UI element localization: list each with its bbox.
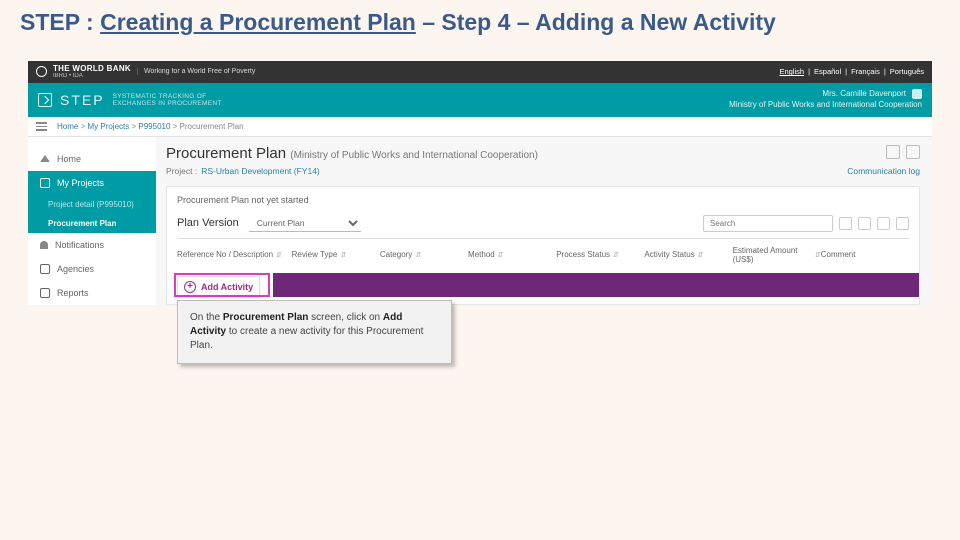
add-activity-button[interactable]: + Add Activity [177, 276, 260, 298]
sidebar-notifications-label: Notifications [55, 240, 104, 250]
page-title-text: Procurement Plan [166, 145, 286, 162]
step-tagline-2: EXCHANGES IN PROCUREMENT [113, 100, 222, 107]
search-input[interactable] [703, 215, 833, 232]
col-process-status[interactable]: Process Status⇵ [556, 247, 644, 265]
home-icon [40, 155, 50, 162]
sidebar-item-agencies[interactable]: Agencies [28, 257, 156, 281]
user-info: Mrs. Camille Davenport Ministry of Publi… [729, 89, 922, 110]
breadcrumb-current: Procurement Plan [180, 122, 244, 131]
worldbank-logo-icon [36, 66, 47, 77]
language-switcher: English| Español| Français| Português [779, 67, 924, 76]
worldbank-tagline: Working for a World Free of Poverty [137, 68, 255, 75]
slide-title-suffix: Adding a New Activity [535, 9, 776, 35]
user-name: Mrs. Camille Davenport [822, 89, 906, 98]
project-label: Project : [166, 166, 197, 176]
breadcrumb-project-id[interactable]: P995010 [138, 122, 170, 131]
export-pdf-icon[interactable] [886, 145, 900, 159]
col-estimated-amount[interactable]: Estimated Amount (US$)⇵ [733, 247, 821, 265]
col-review-type[interactable]: Review Type⇵ [292, 247, 380, 265]
worldbank-topbar: THE WORLD BANK IBRD • IDA Working for a … [28, 61, 932, 83]
step-tagline-1: SYSTEMATIC TRACKING OF [113, 93, 222, 100]
breadcrumb-my-projects[interactable]: My Projects [87, 122, 129, 131]
slide-title-prefix: STEP : [20, 9, 100, 35]
zoom-in-icon[interactable] [858, 217, 871, 230]
lang-portugues[interactable]: Português [890, 67, 924, 76]
sidebar-my-projects-label: My Projects [57, 178, 104, 188]
sidebar-sub-procurement-plan[interactable]: Procurement Plan [28, 214, 156, 233]
sidebar-item-reports[interactable]: Reports [28, 281, 156, 305]
filter-icon[interactable] [896, 217, 909, 230]
page-title-ministry: (Ministry of Public Works and Internatio… [290, 150, 538, 161]
step-logo-icon [38, 93, 52, 107]
main-panel: Procurement Plan (Ministry of Public Wor… [156, 137, 932, 306]
col-category[interactable]: Category⇵ [380, 247, 468, 265]
add-activity-row: + Add Activity On the Procurement Plan s… [177, 276, 909, 298]
sidebar-item-my-projects[interactable]: My Projects [28, 171, 156, 195]
user-org: Ministry of Public Works and Internation… [729, 100, 922, 110]
user-icon[interactable] [912, 89, 922, 99]
lang-francais[interactable]: Français [851, 67, 880, 76]
breadcrumb-home[interactable]: Home [57, 122, 78, 131]
sidebar: Home My Projects Project detail (P995010… [28, 137, 156, 306]
add-activity-label: Add Activity [201, 282, 253, 292]
step-brand-bar: STEP SYSTEMATIC TRACKING OF EXCHANGES IN… [28, 83, 932, 117]
search-icon[interactable] [839, 217, 852, 230]
hamburger-icon[interactable] [36, 122, 47, 131]
sidebar-agencies-label: Agencies [57, 264, 94, 274]
reports-icon [40, 288, 50, 298]
purple-strip [273, 273, 919, 297]
col-method[interactable]: Method⇵ [468, 247, 556, 265]
page-title: Procurement Plan (Ministry of Public Wor… [166, 145, 538, 162]
plan-panel: Procurement Plan not yet started Plan Ve… [166, 186, 920, 306]
bell-icon [40, 241, 48, 249]
lang-english[interactable]: English [779, 67, 804, 76]
screenshot-container: THE WORLD BANK IBRD • IDA Working for a … [28, 61, 932, 306]
plus-icon: + [184, 281, 196, 293]
plan-version-label: Plan Version [177, 217, 239, 229]
worldbank-name: THE WORLD BANK [53, 64, 131, 73]
projects-icon [40, 178, 50, 188]
sidebar-item-home[interactable]: Home [28, 147, 156, 171]
slide-title-mid: – Step 4 – [416, 9, 535, 35]
col-reference[interactable]: Reference No / Description⇵ [177, 247, 292, 265]
lang-espanol[interactable]: Español [814, 67, 841, 76]
not-started-text: Procurement Plan not yet started [177, 195, 909, 205]
zoom-out-icon[interactable] [877, 217, 890, 230]
slide-title: STEP : Creating a Procurement Plan – Ste… [0, 0, 960, 41]
sidebar-home-label: Home [57, 154, 81, 164]
project-link[interactable]: RS-Urban Development (FY14) [201, 166, 320, 176]
communication-log-link[interactable]: Communication log [847, 166, 920, 176]
step-brand-text: STEP [60, 92, 105, 108]
instruction-callout: On the Procurement Plan screen, click on… [177, 300, 452, 364]
plan-version-select[interactable]: Current Plan [249, 215, 361, 232]
sidebar-item-notifications[interactable]: Notifications [28, 233, 156, 257]
info-icon[interactable] [906, 145, 920, 159]
agencies-icon [40, 264, 50, 274]
sidebar-reports-label: Reports [57, 288, 89, 298]
worldbank-sub: IBRD • IDA [53, 73, 131, 79]
breadcrumb: Home > My Projects > P995010 > Procureme… [28, 117, 932, 137]
sidebar-sub-project-detail[interactable]: Project detail (P995010) [28, 195, 156, 214]
col-comment: Comment [821, 247, 909, 265]
table-header: Reference No / Description⇵ Review Type⇵… [177, 247, 909, 275]
slide-title-underlined: Creating a Procurement Plan [100, 9, 416, 35]
col-activity-status[interactable]: Activity Status⇵ [644, 247, 732, 265]
